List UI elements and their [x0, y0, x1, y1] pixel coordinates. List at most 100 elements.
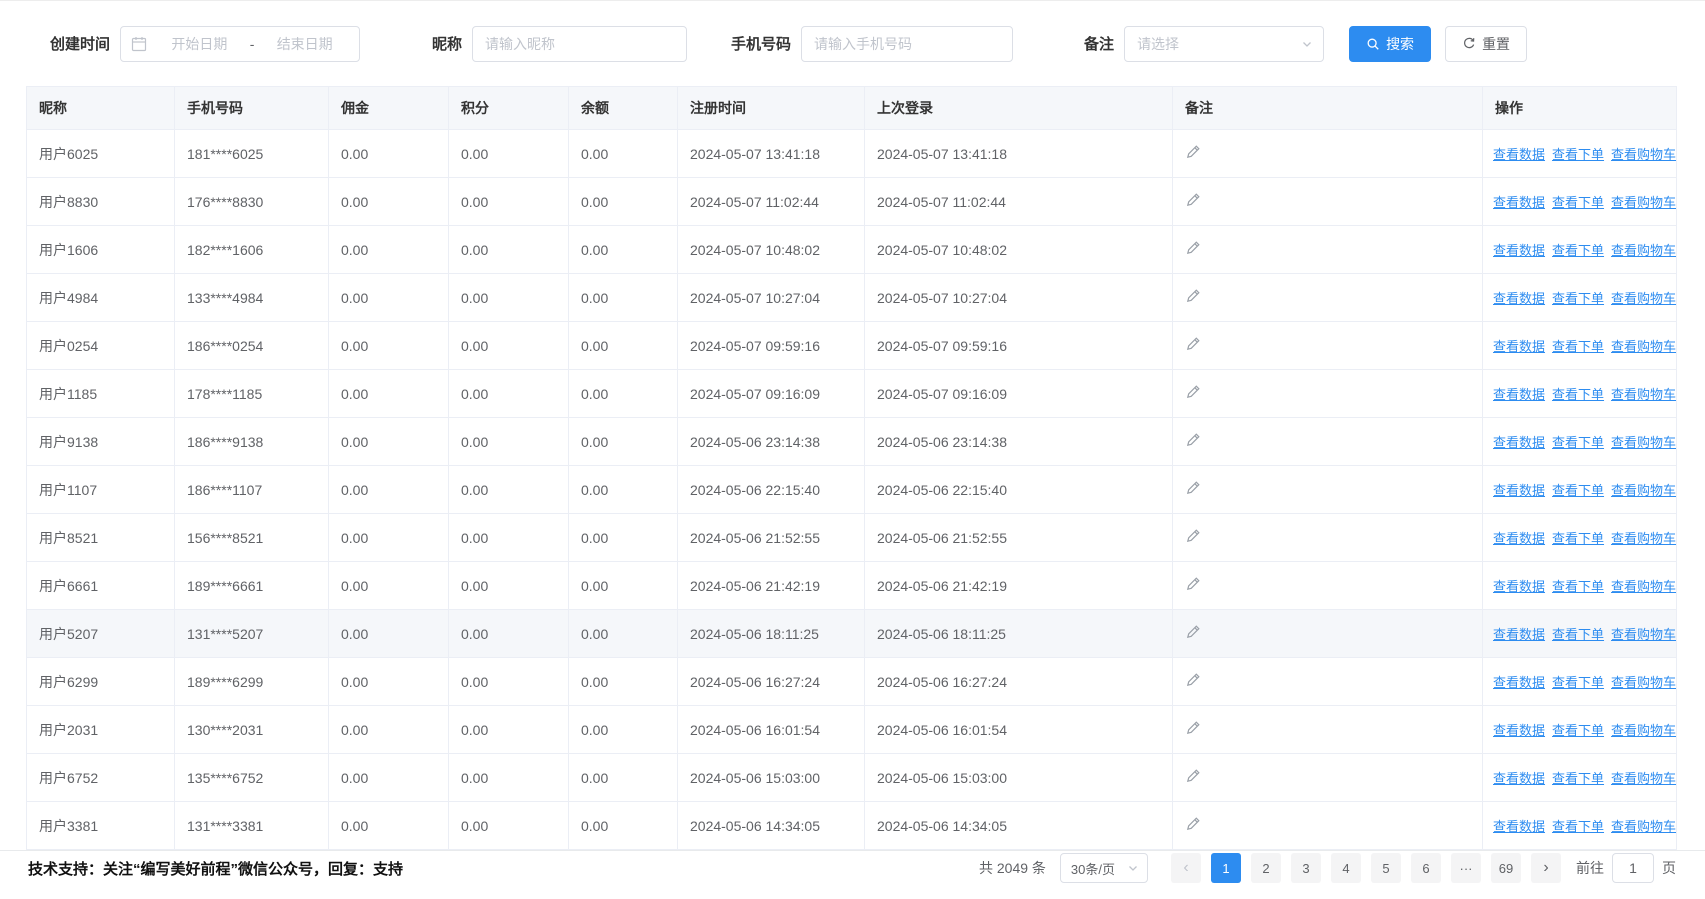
view-data-link[interactable]: 查看数据: [1493, 243, 1545, 258]
points-cell: 0.00: [449, 562, 569, 610]
page-button-last[interactable]: 69: [1491, 853, 1521, 883]
page-button-4[interactable]: 4: [1331, 853, 1361, 883]
more-pages-button[interactable]: ···: [1451, 853, 1481, 883]
view-cart-link[interactable]: 查看购物车: [1611, 339, 1676, 354]
view-data-link[interactable]: 查看数据: [1493, 675, 1545, 690]
edit-remark-icon[interactable]: [1185, 240, 1201, 256]
page-button-5[interactable]: 5: [1371, 853, 1401, 883]
nickname-cell: 用户8830: [27, 178, 175, 226]
view-orders-link[interactable]: 查看下单: [1552, 627, 1604, 642]
start-date-input[interactable]: 开始日期: [155, 34, 244, 54]
view-data-link[interactable]: 查看数据: [1493, 771, 1545, 786]
view-orders-link[interactable]: 查看下单: [1552, 531, 1604, 546]
view-cart-link[interactable]: 查看购物车: [1611, 771, 1676, 786]
view-data-link[interactable]: 查看数据: [1493, 291, 1545, 306]
view-orders-link[interactable]: 查看下单: [1552, 819, 1604, 834]
view-orders-link[interactable]: 查看下单: [1552, 483, 1604, 498]
view-data-link[interactable]: 查看数据: [1493, 435, 1545, 450]
edit-remark-icon[interactable]: [1185, 624, 1201, 640]
nickname-input[interactable]: [472, 26, 687, 62]
last-login-cell: 2024-05-06 16:27:24: [865, 658, 1173, 706]
view-data-link[interactable]: 查看数据: [1493, 723, 1545, 738]
view-cart-link[interactable]: 查看购物车: [1611, 819, 1676, 834]
register-time-cell: 2024-05-06 16:27:24: [678, 658, 865, 706]
end-date-input[interactable]: 结束日期: [260, 34, 349, 54]
reset-button[interactable]: 重置: [1445, 26, 1527, 62]
edit-remark-icon[interactable]: [1185, 192, 1201, 208]
view-cart-link[interactable]: 查看购物车: [1611, 723, 1676, 738]
view-data-link[interactable]: 查看数据: [1493, 531, 1545, 546]
edit-remark-icon[interactable]: [1185, 480, 1201, 496]
page-button-3[interactable]: 3: [1291, 853, 1321, 883]
view-data-link[interactable]: 查看数据: [1493, 579, 1545, 594]
phone-input[interactable]: [801, 26, 1013, 62]
edit-remark-icon[interactable]: [1185, 576, 1201, 592]
edit-remark-icon[interactable]: [1185, 288, 1201, 304]
view-cart-link[interactable]: 查看购物车: [1611, 147, 1676, 162]
view-data-link[interactable]: 查看数据: [1493, 819, 1545, 834]
edit-remark-icon[interactable]: [1185, 672, 1201, 688]
register-time-cell: 2024-05-06 15:03:00: [678, 754, 865, 802]
edit-remark-icon[interactable]: [1185, 336, 1201, 352]
edit-remark-icon[interactable]: [1185, 432, 1201, 448]
edit-remark-icon[interactable]: [1185, 384, 1201, 400]
pagination-pages: 123456: [1206, 853, 1446, 883]
remark-cell: [1173, 130, 1483, 178]
remark-cell: [1173, 514, 1483, 562]
goto-suffix: 页: [1662, 858, 1676, 878]
edit-remark-icon[interactable]: [1185, 144, 1201, 160]
create-time-range-picker[interactable]: 开始日期 - 结束日期: [120, 26, 360, 62]
balance-cell: 0.00: [569, 754, 678, 802]
view-orders-link[interactable]: 查看下单: [1552, 243, 1604, 258]
goto-page-input[interactable]: [1612, 853, 1654, 883]
view-orders-link[interactable]: 查看下单: [1552, 195, 1604, 210]
view-orders-link[interactable]: 查看下单: [1552, 147, 1604, 162]
remark-select[interactable]: 请选择: [1124, 26, 1324, 62]
view-data-link[interactable]: 查看数据: [1493, 483, 1545, 498]
view-data-link[interactable]: 查看数据: [1493, 387, 1545, 402]
view-cart-link[interactable]: 查看购物车: [1611, 387, 1676, 402]
remark-cell: [1173, 754, 1483, 802]
points-cell: 0.00: [449, 418, 569, 466]
page-button-2[interactable]: 2: [1251, 853, 1281, 883]
view-orders-link[interactable]: 查看下单: [1552, 579, 1604, 594]
view-orders-link[interactable]: 查看下单: [1552, 771, 1604, 786]
view-data-link[interactable]: 查看数据: [1493, 147, 1545, 162]
view-cart-link[interactable]: 查看购物车: [1611, 531, 1676, 546]
view-cart-link[interactable]: 查看购物车: [1611, 627, 1676, 642]
next-page-button[interactable]: ›: [1531, 853, 1561, 883]
view-data-link[interactable]: 查看数据: [1493, 339, 1545, 354]
points-cell: 0.00: [449, 178, 569, 226]
edit-remark-icon[interactable]: [1185, 528, 1201, 544]
view-cart-link[interactable]: 查看购物车: [1611, 195, 1676, 210]
remark-cell: [1173, 466, 1483, 514]
view-cart-link[interactable]: 查看购物车: [1611, 435, 1676, 450]
points-cell: 0.00: [449, 274, 569, 322]
view-orders-link[interactable]: 查看下单: [1552, 435, 1604, 450]
view-cart-link[interactable]: 查看购物车: [1611, 291, 1676, 306]
page-button-1[interactable]: 1: [1211, 853, 1241, 883]
view-cart-link[interactable]: 查看购物车: [1611, 243, 1676, 258]
view-cart-link[interactable]: 查看购物车: [1611, 579, 1676, 594]
view-orders-link[interactable]: 查看下单: [1552, 339, 1604, 354]
view-cart-link[interactable]: 查看购物车: [1611, 483, 1676, 498]
view-orders-link[interactable]: 查看下单: [1552, 291, 1604, 306]
view-data-link[interactable]: 查看数据: [1493, 627, 1545, 642]
register-time-cell: 2024-05-06 22:15:40: [678, 466, 865, 514]
view-data-link[interactable]: 查看数据: [1493, 195, 1545, 210]
page-button-6[interactable]: 6: [1411, 853, 1441, 883]
nickname-cell: 用户6661: [27, 562, 175, 610]
view-orders-link[interactable]: 查看下单: [1552, 387, 1604, 402]
edit-remark-icon[interactable]: [1185, 816, 1201, 832]
view-orders-link[interactable]: 查看下单: [1552, 675, 1604, 690]
edit-remark-icon[interactable]: [1185, 720, 1201, 736]
phone-cell: 131****5207: [175, 610, 329, 658]
view-cart-link[interactable]: 查看购物车: [1611, 675, 1676, 690]
page-size-select[interactable]: 30条/页: [1060, 853, 1148, 883]
edit-remark-icon[interactable]: [1185, 768, 1201, 784]
prev-page-button[interactable]: ‹: [1171, 853, 1201, 883]
balance-cell: 0.00: [569, 226, 678, 274]
register-time-cell: 2024-05-07 10:27:04: [678, 274, 865, 322]
view-orders-link[interactable]: 查看下单: [1552, 723, 1604, 738]
search-button[interactable]: 搜索: [1349, 26, 1431, 62]
